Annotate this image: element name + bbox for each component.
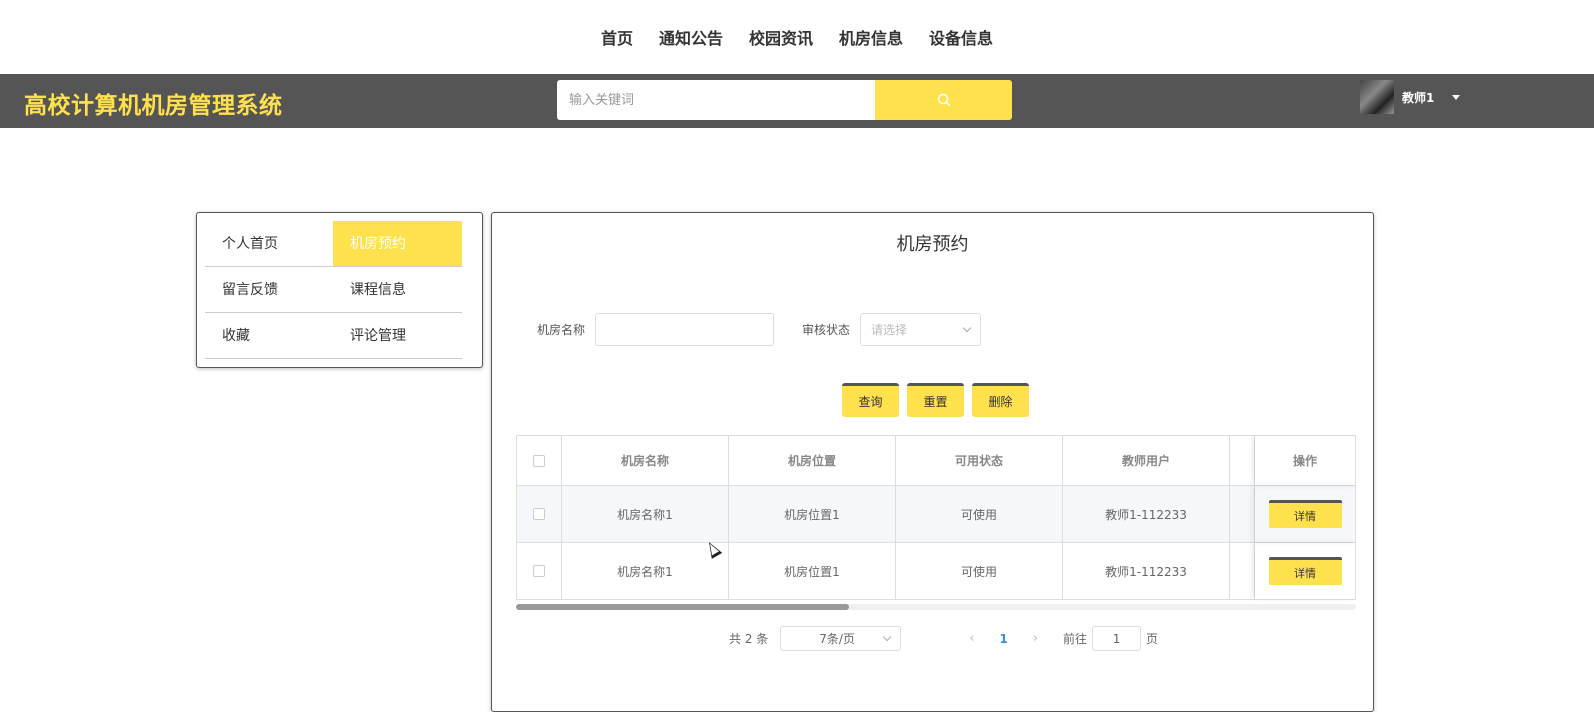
table-cell: 教师1-112233 xyxy=(1063,543,1230,599)
table-cell: 机房位置1 xyxy=(729,543,896,599)
side-menu: 个人首页 机房预约 留言反馈 课程信息 收藏 评论管理 xyxy=(196,212,483,368)
scrollbar-thumb[interactable] xyxy=(516,604,849,610)
select-all-checkbox[interactable] xyxy=(533,454,545,467)
goto-prefix: 前往 xyxy=(1063,632,1088,646)
search-input[interactable] xyxy=(557,80,875,120)
current-page[interactable]: 1 xyxy=(999,632,1007,646)
row-checkbox[interactable] xyxy=(533,508,545,520)
sidebar-item-lab-reservation[interactable]: 机房预约 xyxy=(333,221,462,267)
reset-button[interactable]: 重置 xyxy=(907,383,964,417)
caret-down-icon xyxy=(1452,94,1461,100)
prev-page-icon[interactable]: ‹ xyxy=(969,631,974,646)
nav-home[interactable]: 首页 xyxy=(601,25,633,49)
details-button[interactable]: 详情 xyxy=(1268,557,1342,585)
page-size-select[interactable]: 7条/页 xyxy=(780,626,902,651)
column-header: 机房名称 xyxy=(562,436,729,485)
top-nav: 首页 通知公告 校园资讯 机房信息 设备信息 xyxy=(0,0,1594,74)
review-status-select[interactable]: 请选择 xyxy=(860,313,982,346)
user-name: 教师1 xyxy=(1402,90,1435,105)
review-status-placeholder: 请选择 xyxy=(871,323,908,337)
table-cell: 可使用 xyxy=(896,486,1063,542)
details-button[interactable]: 详情 xyxy=(1268,500,1342,528)
search-icon xyxy=(937,93,951,107)
header-bar: 高校计算机机房管理系统 教师1 xyxy=(0,74,1594,128)
nav-notices[interactable]: 通知公告 xyxy=(659,25,723,49)
table-cell: 机房名称1 xyxy=(562,543,729,599)
table-row[interactable]: 机房名称1 机房位置1 可使用 教师1-112233 详情 xyxy=(516,486,1356,543)
nav-device-info[interactable]: 设备信息 xyxy=(929,25,993,49)
chevron-down-icon xyxy=(883,632,892,642)
sidebar-item-favorites[interactable]: 收藏 xyxy=(205,313,333,359)
total-count: 共 2 条 xyxy=(729,632,769,646)
column-header: 教师用户 xyxy=(1063,436,1230,485)
table-cell: 可使用 xyxy=(896,543,1063,599)
action-buttons: 查询 重置 删除 xyxy=(842,383,1029,417)
filter-bar: 机房名称 审核状态 请选择 xyxy=(537,313,982,346)
query-button[interactable]: 查询 xyxy=(842,383,899,417)
table-horizontal-scrollbar[interactable] xyxy=(516,604,1356,610)
table-cell: 教师1-112233 xyxy=(1063,486,1230,542)
lab-name-input[interactable] xyxy=(595,313,775,346)
site-logo: 高校计算机机房管理系统 xyxy=(24,93,283,119)
avatar xyxy=(1360,80,1394,114)
table-cell: 机房位置1 xyxy=(729,486,896,542)
next-page-icon[interactable]: › xyxy=(1033,631,1038,646)
search-button[interactable] xyxy=(875,80,1012,120)
column-header: 机房位置 xyxy=(729,436,896,485)
review-status-label: 审核状态 xyxy=(802,323,851,337)
user-menu[interactable]: 教师1 xyxy=(1360,79,1461,115)
main-panel: 机房预约 机房名称 审核状态 请选择 查询 重置 删除 机房名称 机房位置 可用… xyxy=(491,212,1374,712)
goto-suffix: 页 xyxy=(1146,632,1159,646)
search-bar xyxy=(557,80,1012,120)
table-row[interactable]: 机房名称1 机房位置1 可使用 教师1-112233 详情 xyxy=(516,543,1356,600)
column-header: 操作 xyxy=(1255,436,1356,485)
sidebar-item-personal-home[interactable]: 个人首页 xyxy=(205,221,333,267)
column-header: 可用状态 xyxy=(896,436,1063,485)
nav-campus-news[interactable]: 校园资讯 xyxy=(749,25,813,49)
table-header-row: 机房名称 机房位置 可用状态 教师用户 操作 xyxy=(516,435,1356,486)
sidebar-item-comment-management[interactable]: 评论管理 xyxy=(333,313,462,359)
sidebar-item-feedback[interactable]: 留言反馈 xyxy=(205,267,333,313)
chevron-down-icon xyxy=(962,323,972,333)
goto-page-input[interactable]: 1 xyxy=(1092,626,1142,651)
pagination: 共 2 条 7条/页 ‹ 1 › 前往 1 页 xyxy=(729,626,1158,651)
row-checkbox[interactable] xyxy=(533,565,545,577)
reservation-table: 机房名称 机房位置 可用状态 教师用户 操作 机房名称1 机房位置1 可使用 教… xyxy=(516,435,1356,601)
sidebar-item-course-info[interactable]: 课程信息 xyxy=(333,267,462,313)
nav-lab-info[interactable]: 机房信息 xyxy=(839,25,903,49)
page-title: 机房预约 xyxy=(896,234,969,255)
page-size-value: 7条/页 xyxy=(819,632,855,646)
delete-button[interactable]: 删除 xyxy=(972,383,1029,417)
table-cell: 机房名称1 xyxy=(562,486,729,542)
lab-name-label: 机房名称 xyxy=(537,323,586,337)
